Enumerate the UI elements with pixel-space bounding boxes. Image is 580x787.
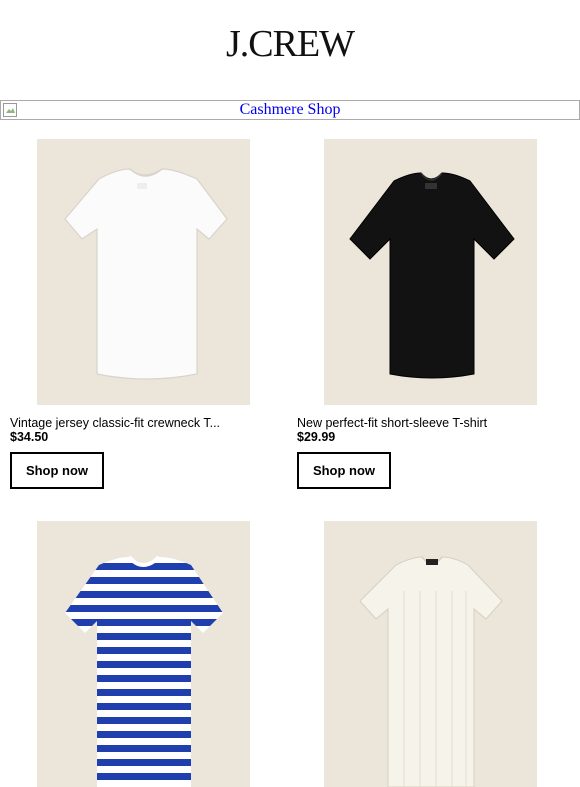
shop-now-button[interactable]: Shop now (10, 452, 104, 489)
broken-image-icon (3, 103, 17, 117)
product-image[interactable] (37, 521, 250, 787)
product-price: $34.50 (10, 430, 49, 444)
product-image[interactable] (324, 139, 537, 405)
product-name[interactable]: New perfect-fit short-sleeve T-shirt (297, 416, 567, 430)
cashmere-shop-banner[interactable]: Cashmere Shop (0, 100, 580, 120)
product-image[interactable] (324, 521, 537, 787)
brand-logo[interactable]: J.CREW (0, 22, 580, 66)
product-image[interactable] (37, 139, 250, 405)
banner-alt-text: Cashmere Shop (239, 101, 341, 118)
product-name[interactable]: Vintage jersey classic-fit crewneck T... (10, 416, 280, 430)
shop-now-button[interactable]: Shop now (297, 452, 391, 489)
product-price: $29.99 (297, 430, 336, 444)
